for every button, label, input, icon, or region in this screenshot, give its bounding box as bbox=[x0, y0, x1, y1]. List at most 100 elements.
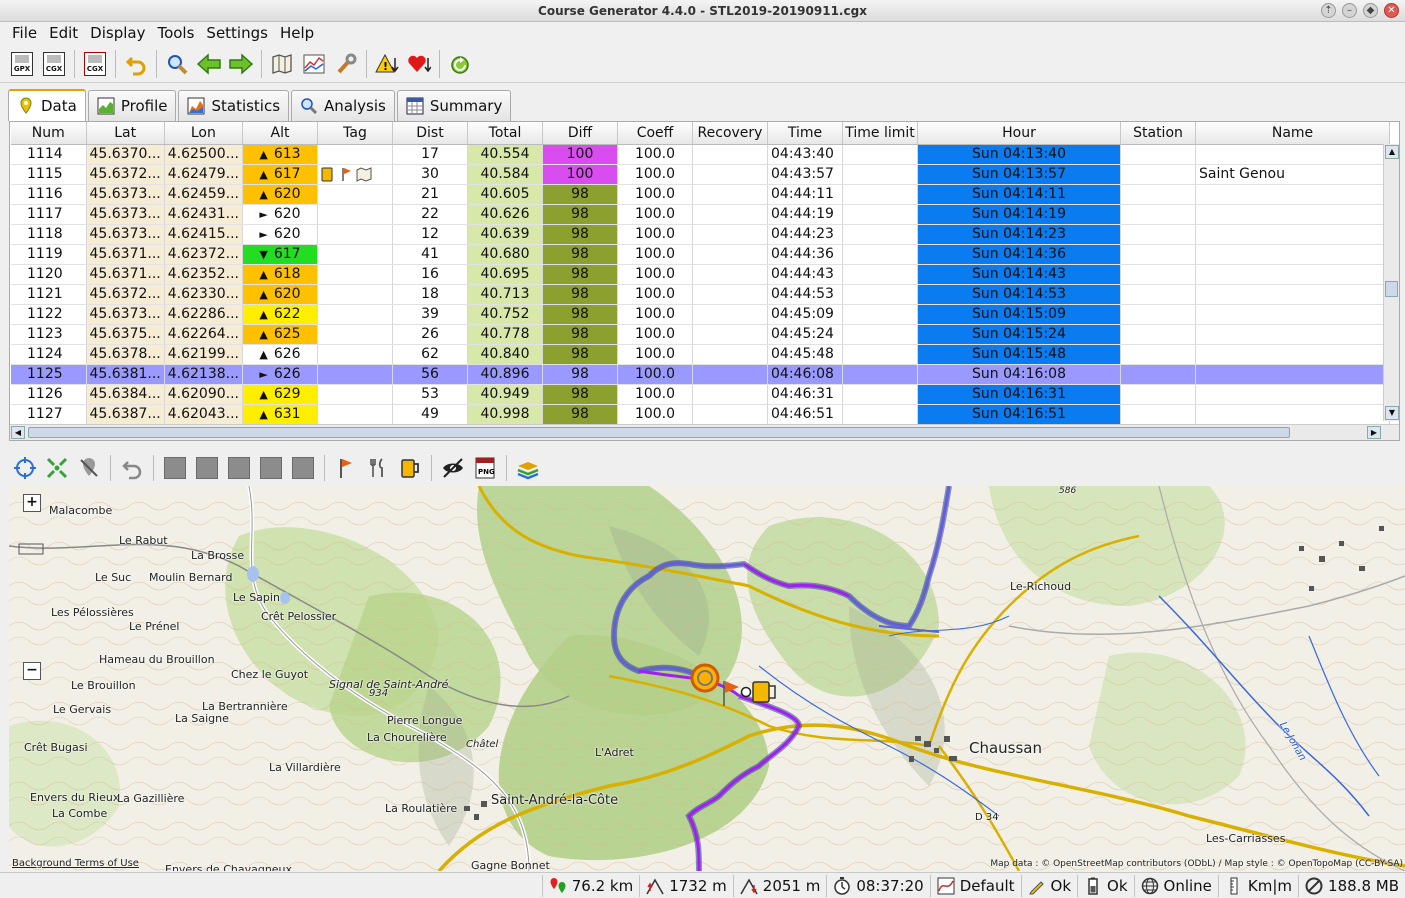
cell-lon[interactable]: 4.62138... bbox=[164, 364, 244, 385]
zoom-in-button[interactable]: + bbox=[23, 494, 41, 512]
cell-lat[interactable]: 45.6371... bbox=[86, 264, 165, 285]
undo-button[interactable] bbox=[122, 50, 150, 78]
cell-coeff[interactable]: 100.0 bbox=[617, 344, 693, 365]
scroll-left-arrow-icon[interactable]: ◀ bbox=[11, 426, 25, 439]
cell-diff[interactable]: 98 bbox=[542, 224, 618, 245]
column-header-lon[interactable]: Lon bbox=[164, 122, 244, 145]
hide-marker-button[interactable] bbox=[74, 453, 104, 483]
menu-display[interactable]: Display bbox=[84, 22, 151, 45]
cell-diff[interactable]: 98 bbox=[542, 244, 618, 265]
refresh-button[interactable] bbox=[446, 50, 474, 78]
cell-time[interactable]: 04:44:11 bbox=[767, 184, 843, 205]
cell-time[interactable]: 04:43:57 bbox=[767, 164, 843, 185]
mini-map-button[interactable] bbox=[268, 50, 296, 78]
slope-tool-3-button[interactable] bbox=[224, 453, 254, 483]
cell-recovery[interactable] bbox=[692, 384, 768, 405]
cell-dist[interactable]: 16 bbox=[392, 264, 468, 285]
column-header-alt[interactable]: Alt bbox=[242, 122, 318, 145]
cell-alt[interactable]: ▲ 625 bbox=[242, 324, 318, 345]
cell-tag[interactable] bbox=[317, 164, 393, 185]
cell-tag[interactable] bbox=[317, 384, 393, 405]
cell-time[interactable]: 04:43:40 bbox=[767, 144, 843, 165]
cell-lon[interactable]: 4.62264... bbox=[164, 324, 244, 345]
table-row[interactable]: 1122 45.6373... 4.62286... ▲ 622 39 40.752 98 10… bbox=[11, 304, 1390, 325]
column-header-recovery[interactable]: Recovery bbox=[692, 122, 768, 145]
cell-num[interactable]: 1118 bbox=[11, 224, 87, 245]
cell-time-limit[interactable] bbox=[842, 224, 918, 245]
cell-hour[interactable]: Sun 04:14:19 bbox=[917, 204, 1121, 225]
cell-coeff[interactable]: 100.0 bbox=[617, 184, 693, 205]
table-row[interactable]: 1121 45.6372... 4.62330... ▲ 620 18 40.713 98 10… bbox=[11, 284, 1390, 305]
cell-alt[interactable]: ▲ 620 bbox=[242, 284, 318, 305]
cell-tag[interactable] bbox=[317, 144, 393, 165]
cell-num[interactable]: 1119 bbox=[11, 244, 87, 265]
cell-hour[interactable]: Sun 04:14:43 bbox=[917, 264, 1121, 285]
cell-tag[interactable] bbox=[317, 304, 393, 325]
cell-hour[interactable]: Sun 04:13:57 bbox=[917, 164, 1121, 185]
cell-recovery[interactable] bbox=[692, 344, 768, 365]
table-horizontal-scrollbar[interactable]: ◀ ▶ bbox=[10, 424, 1399, 440]
cell-tag[interactable] bbox=[317, 364, 393, 385]
cell-total[interactable]: 40.949 bbox=[467, 384, 543, 405]
cell-dist[interactable]: 39 bbox=[392, 304, 468, 325]
cell-lat[interactable]: 45.6381... bbox=[86, 364, 165, 385]
cell-hour[interactable]: Sun 04:14:23 bbox=[917, 224, 1121, 245]
column-header-hour[interactable]: Hour bbox=[917, 122, 1121, 145]
cell-recovery[interactable] bbox=[692, 264, 768, 285]
column-header-num[interactable]: Num bbox=[11, 122, 87, 145]
current-position-marker[interactable] bbox=[690, 663, 720, 693]
search-button[interactable] bbox=[163, 50, 191, 78]
cell-total[interactable]: 40.713 bbox=[467, 284, 543, 305]
cell-station[interactable] bbox=[1120, 264, 1196, 285]
cell-time-limit[interactable] bbox=[842, 284, 918, 305]
cell-time-limit[interactable] bbox=[842, 364, 918, 385]
cell-diff[interactable]: 98 bbox=[542, 204, 618, 225]
cell-total[interactable]: 40.778 bbox=[467, 324, 543, 345]
cell-tag[interactable] bbox=[317, 224, 393, 245]
cell-num[interactable]: 1116 bbox=[11, 184, 87, 205]
table-row[interactable]: 1117 45.6373... 4.62431... ► 620 22 40.626 98 10… bbox=[11, 204, 1390, 225]
cell-time[interactable]: 04:45:24 bbox=[767, 324, 843, 345]
cell-recovery[interactable] bbox=[692, 204, 768, 225]
cell-name[interactable] bbox=[1195, 304, 1390, 325]
cell-alt[interactable]: ► 620 bbox=[242, 204, 318, 225]
tab-profile[interactable]: Profile bbox=[87, 90, 177, 121]
column-header-time-limit[interactable]: Time limit bbox=[842, 122, 918, 145]
tab-summary[interactable]: Summary bbox=[396, 90, 512, 121]
minimize-window-button[interactable]: – bbox=[1342, 3, 1357, 18]
hide-track-button[interactable] bbox=[438, 453, 468, 483]
cell-recovery[interactable] bbox=[692, 144, 768, 165]
table-row[interactable]: 1116 45.6373... 4.62459... ▲ 620 21 40.605 98 10… bbox=[11, 184, 1390, 205]
cell-recovery[interactable] bbox=[692, 224, 768, 245]
cell-num[interactable]: 1117 bbox=[11, 204, 87, 225]
cell-time[interactable]: 04:45:48 bbox=[767, 344, 843, 365]
cell-lon[interactable]: 4.62431... bbox=[164, 204, 244, 225]
export-png-button[interactable]: PNG bbox=[470, 453, 500, 483]
table-row[interactable]: 1118 45.6373... 4.62415... ► 620 12 40.639 98 10… bbox=[11, 224, 1390, 245]
cell-total[interactable]: 40.896 bbox=[467, 364, 543, 385]
cell-num[interactable]: 1127 bbox=[11, 404, 87, 425]
tab-analysis[interactable]: Analysis bbox=[291, 90, 395, 121]
table-row[interactable]: 1126 45.6384... 4.62090... ▲ 629 53 40.949 98 10… bbox=[11, 384, 1390, 405]
cell-diff[interactable]: 98 bbox=[542, 324, 618, 345]
cell-num[interactable]: 1122 bbox=[11, 304, 87, 325]
cell-dist[interactable]: 18 bbox=[392, 284, 468, 305]
cell-tag[interactable] bbox=[317, 204, 393, 225]
cell-recovery[interactable] bbox=[692, 164, 768, 185]
cell-lat[interactable]: 45.6370... bbox=[86, 144, 165, 165]
cell-diff[interactable]: 98 bbox=[542, 184, 618, 205]
menu-help[interactable]: Help bbox=[274, 22, 320, 45]
cell-station[interactable] bbox=[1120, 304, 1196, 325]
table-row[interactable]: 1127 45.6387... 4.62043... ▲ 631 49 40.998 98 10… bbox=[11, 404, 1390, 425]
cell-total[interactable]: 40.695 bbox=[467, 264, 543, 285]
table-row[interactable]: 1115 45.6372... 4.62479... ▲ 617 30 40.584 100 1… bbox=[11, 164, 1390, 185]
map-attribution-terms-link[interactable]: Background Terms of Use bbox=[12, 858, 139, 869]
cell-time-limit[interactable] bbox=[842, 244, 918, 265]
cell-time[interactable]: 04:44:53 bbox=[767, 284, 843, 305]
cell-recovery[interactable] bbox=[692, 324, 768, 345]
cell-lat[interactable]: 45.6373... bbox=[86, 224, 165, 245]
cell-diff[interactable]: 98 bbox=[542, 344, 618, 365]
cell-coeff[interactable]: 100.0 bbox=[617, 384, 693, 405]
scroll-up-arrow-icon[interactable]: ▲ bbox=[1385, 145, 1399, 159]
cell-alt[interactable]: ▲ 626 bbox=[242, 344, 318, 365]
